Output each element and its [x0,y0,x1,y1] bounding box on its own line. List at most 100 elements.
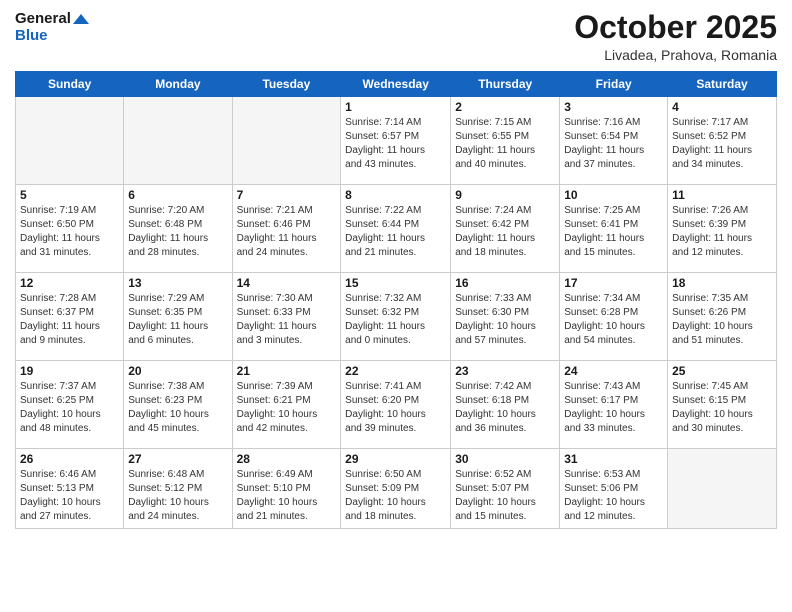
day-info: Sunrise: 7:29 AMSunset: 6:35 PMDaylight:… [128,292,227,348]
calendar-cell: 8 Sunrise: 7:22 AMSunset: 6:44 PMDaylight… [341,185,451,273]
calendar-cell: 29Sunrise: 6:50 AMSunset: 5:09 PMDayligh… [341,449,451,529]
header-monday: Monday [124,72,232,97]
title-area: October 2025 Livadea, Prahova, Romania [574,10,777,63]
day-number: 22 [345,364,446,378]
calendar: Sunday Monday Tuesday Wednesday Thursday… [15,71,777,529]
day-info: Sunrise: 6:50 AMSunset: 5:09 PMDaylight:… [345,468,446,524]
day-number: 6 [128,188,227,202]
day-info: Sunrise: 7:39 AMSunset: 6:21 PMDaylight:… [237,380,337,436]
logo: General Blue [15,10,89,45]
calendar-cell: 10 Sunrise: 7:25 AMSunset: 6:41 PMDayligh… [560,185,668,273]
day-info: Sunrise: 7:19 AMSunset: 6:50 PMDaylight:… [20,204,119,260]
calendar-cell [16,97,124,185]
day-number: 27 [128,452,227,466]
day-number: 12 [20,276,119,290]
day-number: 19 [20,364,119,378]
day-info: Sunrise: 7:34 AMSunset: 6:28 PMDaylight:… [564,292,663,348]
day-number: 21 [237,364,337,378]
calendar-cell: 28Sunrise: 6:49 AMSunset: 5:10 PMDayligh… [232,449,341,529]
calendar-cell: 15 Sunrise: 7:32 AMSunset: 6:32 PMDayligh… [341,273,451,361]
day-number: 1 [345,100,446,114]
calendar-cell: 25Sunrise: 7:45 AMSunset: 6:15 PMDayligh… [668,361,777,449]
calendar-cell: 22 Sunrise: 7:41 AMSunset: 6:20 PMDayligh… [341,361,451,449]
day-number: 30 [455,452,555,466]
day-info: Sunrise: 7:16 AMSunset: 6:54 PMDaylight:… [564,116,663,172]
calendar-cell: 27 Sunrise: 6:48 AMSunset: 5:12 PMDayligh… [124,449,232,529]
calendar-cell: 18 Sunrise: 7:35 AMSunset: 6:26 PMDayligh… [668,273,777,361]
day-number: 10 [564,188,663,202]
day-info: Sunrise: 7:30 AMSunset: 6:33 PMDaylight:… [237,292,337,348]
day-number: 13 [128,276,227,290]
calendar-cell: 4Sunrise: 7:17 AMSunset: 6:52 PMDaylight… [668,97,777,185]
day-info: Sunrise: 7:20 AMSunset: 6:48 PMDaylight:… [128,204,227,260]
day-number: 8 [345,188,446,202]
calendar-cell: 7Sunrise: 7:21 AMSunset: 6:46 PMDaylight… [232,185,341,273]
day-number: 4 [672,100,772,114]
day-info: Sunrise: 7:42 AMSunset: 6:18 PMDaylight:… [455,380,555,436]
day-info: Sunrise: 6:46 AMSunset: 5:13 PMDaylight:… [20,468,119,524]
day-info: Sunrise: 7:26 AMSunset: 6:39 PMDaylight:… [672,204,772,260]
calendar-cell [668,449,777,529]
calendar-cell: 30 Sunrise: 6:52 AMSunset: 5:07 PMDayligh… [451,449,560,529]
header-sunday: Sunday [16,72,124,97]
header-wednesday: Wednesday [341,72,451,97]
day-info: Sunrise: 7:33 AMSunset: 6:30 PMDaylight:… [455,292,555,348]
calendar-cell: 16 Sunrise: 7:33 AMSunset: 6:30 PMDayligh… [451,273,560,361]
day-number: 14 [237,276,337,290]
day-info: Sunrise: 7:15 AMSunset: 6:55 PMDaylight:… [455,116,555,172]
calendar-cell: 21 Sunrise: 7:39 AMSunset: 6:21 PMDayligh… [232,361,341,449]
day-info: Sunrise: 7:24 AMSunset: 6:42 PMDaylight:… [455,204,555,260]
day-number: 3 [564,100,663,114]
day-info: Sunrise: 7:43 AMSunset: 6:17 PMDaylight:… [564,380,663,436]
day-number: 28 [237,452,337,466]
header-friday: Friday [560,72,668,97]
calendar-cell: 13 Sunrise: 7:29 AMSunset: 6:35 PMDayligh… [124,273,232,361]
calendar-cell: 12 Sunrise: 7:28 AMSunset: 6:37 PMDayligh… [16,273,124,361]
day-number: 2 [455,100,555,114]
month-title: October 2025 [574,10,777,45]
location: Livadea, Prahova, Romania [574,47,777,63]
day-number: 11 [672,188,772,202]
day-info: Sunrise: 7:35 AMSunset: 6:26 PMDaylight:… [672,292,772,348]
calendar-cell: 3 Sunrise: 7:16 AMSunset: 6:54 PMDaylight… [560,97,668,185]
day-info: Sunrise: 6:53 AMSunset: 5:06 PMDaylight:… [564,468,663,524]
calendar-cell: 31 Sunrise: 6:53 AMSunset: 5:06 PMDayligh… [560,449,668,529]
day-info: Sunrise: 7:14 AMSunset: 6:57 PMDaylight:… [345,116,446,172]
day-number: 31 [564,452,663,466]
day-number: 25 [672,364,772,378]
header: General Blue October 2025 Livadea, Praho… [15,10,777,63]
calendar-cell [232,97,341,185]
day-number: 5 [20,188,119,202]
day-info: Sunrise: 7:37 AMSunset: 6:25 PMDaylight:… [20,380,119,436]
day-number: 17 [564,276,663,290]
header-thursday: Thursday [451,72,560,97]
calendar-cell: 2 Sunrise: 7:15 AMSunset: 6:55 PMDaylight… [451,97,560,185]
calendar-cell: 26 Sunrise: 6:46 AMSunset: 5:13 PMDayligh… [16,449,124,529]
calendar-cell [124,97,232,185]
calendar-cell: 17 Sunrise: 7:34 AMSunset: 6:28 PMDayligh… [560,273,668,361]
day-number: 26 [20,452,119,466]
day-info: Sunrise: 7:25 AMSunset: 6:41 PMDaylight:… [564,204,663,260]
weekday-header-row: Sunday Monday Tuesday Wednesday Thursday… [16,72,777,97]
header-saturday: Saturday [668,72,777,97]
day-number: 20 [128,364,227,378]
day-info: Sunrise: 7:21 AMSunset: 6:46 PMDaylight:… [237,204,337,260]
calendar-cell: 19 Sunrise: 7:37 AMSunset: 6:25 PMDayligh… [16,361,124,449]
day-info: Sunrise: 7:41 AMSunset: 6:20 PMDaylight:… [345,380,446,436]
day-info: Sunrise: 6:52 AMSunset: 5:07 PMDaylight:… [455,468,555,524]
calendar-cell: 5 Sunrise: 7:19 AMSunset: 6:50 PMDaylight… [16,185,124,273]
day-info: Sunrise: 7:22 AMSunset: 6:44 PMDaylight:… [345,204,446,260]
page: General Blue October 2025 Livadea, Praho… [0,0,792,612]
day-info: Sunrise: 7:32 AMSunset: 6:32 PMDaylight:… [345,292,446,348]
calendar-cell: 11 Sunrise: 7:26 AMSunset: 6:39 PMDayligh… [668,185,777,273]
day-number: 24 [564,364,663,378]
day-info: Sunrise: 7:38 AMSunset: 6:23 PMDaylight:… [128,380,227,436]
header-tuesday: Tuesday [232,72,341,97]
day-info: Sunrise: 7:28 AMSunset: 6:37 PMDaylight:… [20,292,119,348]
day-info: Sunrise: 6:48 AMSunset: 5:12 PMDaylight:… [128,468,227,524]
calendar-cell: 24 Sunrise: 7:43 AMSunset: 6:17 PMDayligh… [560,361,668,449]
day-number: 23 [455,364,555,378]
day-number: 16 [455,276,555,290]
day-number: 18 [672,276,772,290]
day-number: 15 [345,276,446,290]
